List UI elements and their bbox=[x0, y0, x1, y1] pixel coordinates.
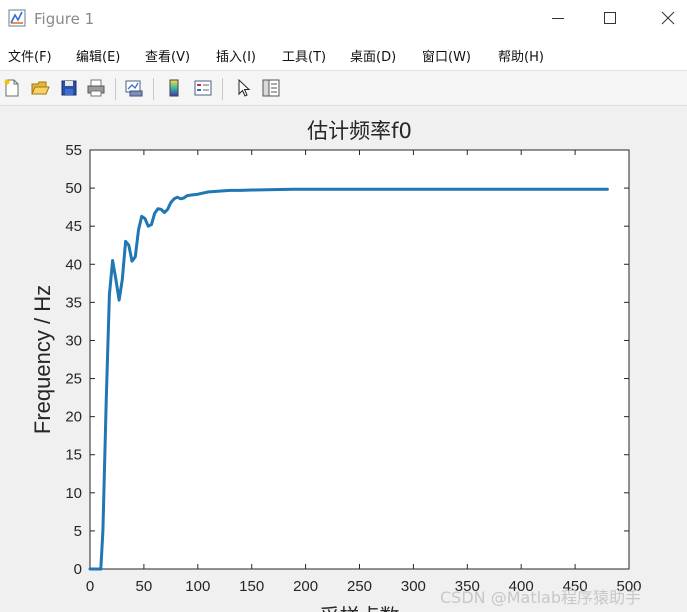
toolbar-separator bbox=[222, 78, 223, 100]
chart-title: 估计频率f0 bbox=[307, 119, 412, 143]
property-inspector-icon[interactable] bbox=[261, 78, 281, 98]
menu-insert[interactable]: 插入(I) bbox=[216, 46, 256, 65]
window-title: Figure 1 bbox=[34, 10, 95, 28]
print-icon[interactable] bbox=[86, 78, 106, 98]
toolbar-separator bbox=[153, 78, 154, 100]
menu-edit[interactable]: 编辑(E) bbox=[76, 46, 120, 65]
menu-desktop[interactable]: 桌面(D) bbox=[350, 46, 396, 65]
menu-bar: 文件(F) 编辑(E) 查看(V) 插入(I) 工具(T) 桌面(D) 窗口(W… bbox=[0, 38, 687, 70]
y-tick-label: 10 bbox=[65, 485, 82, 502]
pointer-icon[interactable] bbox=[234, 78, 254, 98]
matlab-figure-icon bbox=[8, 9, 26, 27]
close-icon[interactable] bbox=[656, 6, 680, 30]
y-tick-label: 25 bbox=[65, 371, 82, 388]
y-tick-label: 0 bbox=[74, 561, 82, 578]
figure-canvas: 0 50 100 150 200 250 300 350 400 450 500 0 5 10 15 20 2… bbox=[0, 106, 687, 612]
colorbar-icon[interactable] bbox=[164, 78, 184, 98]
y-tick-label: 35 bbox=[65, 294, 82, 311]
x-tick-label: 0 bbox=[86, 578, 94, 595]
legend-icon[interactable] bbox=[193, 78, 213, 98]
line-chart: 0 50 100 150 200 250 300 350 400 450 500 051015202… bbox=[30, 119, 642, 612]
open-file-icon[interactable] bbox=[30, 78, 50, 98]
y-tick-label: 40 bbox=[65, 256, 82, 273]
x-tick-label: 300 bbox=[401, 578, 426, 595]
menu-tools[interactable]: 工具(T) bbox=[282, 46, 326, 65]
x-tick-label: 150 bbox=[239, 578, 264, 595]
menu-window[interactable]: 窗口(W) bbox=[422, 46, 471, 65]
title-bar: Figure 1 bbox=[0, 0, 687, 38]
toolbar-separator bbox=[115, 78, 116, 100]
x-tick-label: 100 bbox=[185, 578, 210, 595]
axes-box bbox=[89, 149, 630, 570]
y-tick-label: 30 bbox=[65, 332, 82, 349]
y-tick-label: 20 bbox=[65, 409, 82, 426]
minimize-icon[interactable] bbox=[546, 6, 570, 30]
link-plot-icon[interactable] bbox=[124, 78, 144, 98]
menu-file[interactable]: 文件(F) bbox=[8, 46, 52, 65]
x-tick-label: 50 bbox=[136, 578, 153, 595]
y-axis-label: Frequency / Hz bbox=[30, 285, 55, 434]
watermark: CSDN @Matlab程序猿助手 bbox=[440, 588, 641, 607]
y-tick-label: 5 bbox=[74, 523, 82, 540]
x-tick-label: 250 bbox=[347, 578, 372, 595]
y-tick-label: 15 bbox=[65, 447, 82, 464]
new-figure-icon[interactable] bbox=[2, 78, 22, 98]
save-icon[interactable] bbox=[59, 78, 79, 98]
x-tick-label: 200 bbox=[293, 578, 318, 595]
maximize-icon[interactable] bbox=[598, 6, 622, 30]
menu-view[interactable]: 查看(V) bbox=[145, 46, 190, 65]
toolbar bbox=[0, 70, 687, 106]
x-axis-label: 采样点数 bbox=[320, 604, 400, 612]
menu-help[interactable]: 帮助(H) bbox=[498, 46, 544, 65]
y-tick-label: 50 bbox=[65, 180, 82, 197]
y-tick-label: 45 bbox=[65, 218, 82, 235]
y-tick-label: 55 bbox=[65, 142, 82, 159]
